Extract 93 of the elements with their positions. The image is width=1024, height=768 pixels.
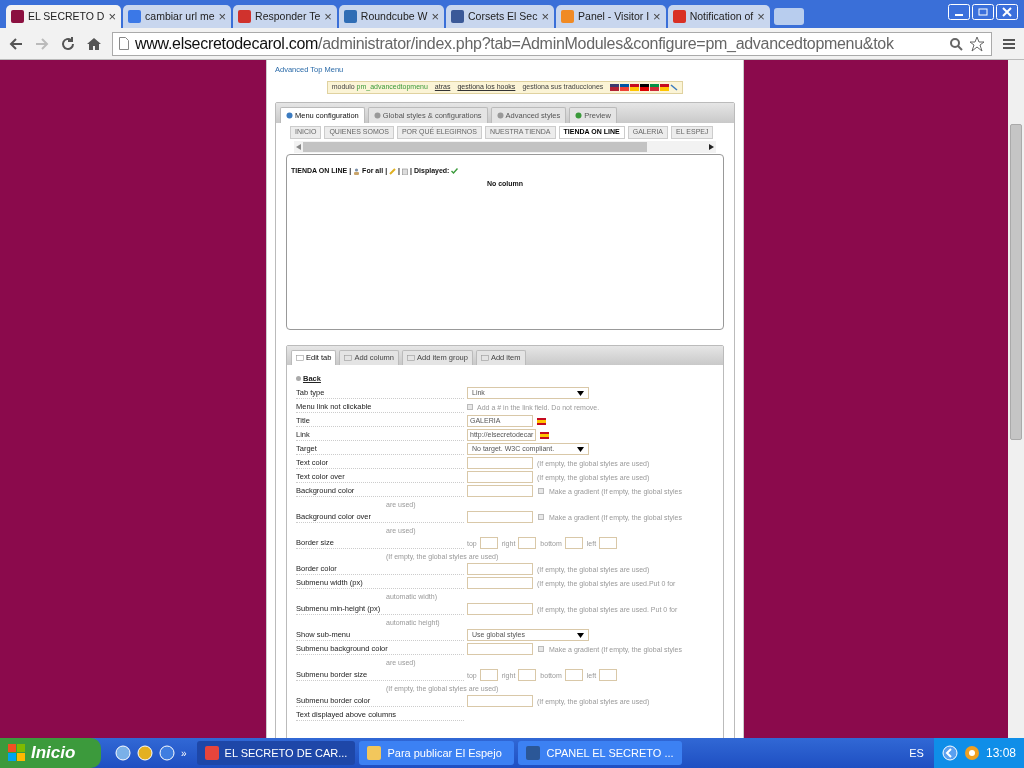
tray-expand-icon[interactable] [941,745,958,761]
close-icon[interactable]: × [324,6,332,27]
tab-title: Notification of [689,8,754,24]
browser-tab[interactable]: Notification of × [667,5,770,28]
language-flags-icon[interactable] [610,84,679,91]
table-icon [296,354,304,361]
home-icon[interactable] [86,35,102,52]
close-icon[interactable]: × [653,6,661,27]
tab-icon [575,111,583,119]
number-field[interactable] [564,669,583,681]
menu-icon[interactable] [1002,36,1016,51]
checkbox[interactable] [538,488,544,494]
browser-tab[interactable]: Responder Te × [233,5,337,28]
back-icon[interactable] [8,35,24,52]
close-icon[interactable]: × [757,6,765,27]
number-field[interactable] [479,537,498,549]
window-icon [204,746,219,760]
close-icon[interactable]: × [108,6,117,27]
address-bar[interactable]: www.elsecretodecarol.com/administrator/index.php?tab=AdminModules&configure=pm_advancedtopmenu&tok [112,31,992,56]
tab-icon [496,111,504,119]
window-icon [367,746,382,760]
text-field[interactable] [467,511,533,523]
tab-title: Corsets El Sec [468,8,538,24]
dropdown-arrow-icon [577,390,584,396]
tab-icon [286,111,293,119]
number-field[interactable] [564,537,583,549]
browser-tab[interactable]: Roundcube W × [338,5,444,28]
browser-tab[interactable]: Corsets El Sec × [446,5,555,28]
table-icon [344,354,353,361]
scroll-thumb[interactable] [1010,124,1022,440]
checkbox[interactable] [467,404,473,410]
new-tab-button[interactable] [773,8,804,25]
tray-app-icon[interactable] [963,745,980,761]
url-text: www.elsecretodecarol.com/administrator/index.php?tab=AdminModules&configure=pm_advancedtopmenu&tok [135,33,895,54]
tab-title: cambiar url me [145,8,215,24]
language-indicator[interactable]: ES [909,744,924,762]
checkbox[interactable] [538,646,544,652]
reload-icon[interactable] [60,35,76,52]
dropdown-arrow-icon [577,446,584,452]
number-field[interactable] [479,669,498,681]
tab-icon [373,111,381,119]
quick-launch-icon[interactable] [137,745,153,761]
zoom-icon[interactable] [949,36,963,51]
windows-logo-icon [8,744,26,762]
taskbar-window[interactable]: Para publicar El Espejo [359,741,515,765]
tab-title: Roundcube W [360,8,428,24]
close-icon[interactable]: × [218,6,227,27]
text-field[interactable] [467,457,533,469]
table-icon [480,354,489,361]
table-icon [407,354,416,361]
scroll-thumb[interactable] [303,141,647,152]
number-field[interactable] [518,537,537,549]
minimize-window-icon[interactable] [948,4,970,20]
horizontal-scrollbar[interactable] [294,140,716,153]
text-field[interactable] [467,603,533,615]
quick-launch-icon[interactable] [159,745,175,761]
taskbar-window[interactable]: CPANEL EL SECRETO ... [518,741,682,765]
close-window-icon[interactable] [996,4,1018,20]
text-field[interactable] [467,577,533,589]
text-field[interactable] [467,471,533,483]
text-field[interactable] [467,485,533,497]
text-field[interactable] [467,563,533,575]
restore-window-icon[interactable] [972,4,994,20]
start-button[interactable]: Inicio [0,738,101,768]
number-field[interactable] [518,669,537,681]
tab-title: EL SECRETO D [28,8,105,24]
tab-title: Panel - Visitor I [578,8,650,24]
pencil-icon[interactable] [389,167,397,175]
scroll-right-icon[interactable] [709,143,714,150]
forward-icon[interactable] [34,35,50,52]
number-field[interactable] [599,537,618,549]
vertical-scrollbar[interactable] [1008,60,1024,738]
close-icon[interactable]: × [541,6,550,27]
checkbox[interactable] [538,514,544,520]
text-field[interactable] [467,695,533,707]
scroll-left-icon[interactable] [296,143,301,150]
text-field[interactable] [467,643,533,655]
dropdown-arrow-icon [577,632,584,638]
more-icon[interactable]: » [181,745,187,761]
close-icon[interactable]: × [431,6,439,27]
number-field[interactable] [599,669,618,681]
quick-launch-icon[interactable] [115,745,131,761]
people-icon[interactable] [353,167,361,175]
star-icon[interactable] [969,35,985,52]
trash-icon[interactable] [402,167,409,175]
browser-tab[interactable]: EL SECRETO D × [6,5,122,28]
browser-tab[interactable]: cambiar url me × [123,5,232,28]
tab-title: Responder Te [255,8,321,24]
clock: 13:08 [985,745,1016,762]
window-icon [526,746,541,760]
browser-tab[interactable]: Panel - Visitor I × [556,5,666,28]
page-icon [119,37,129,50]
taskbar-window[interactable]: EL SECRETO DE CAR... [196,741,356,765]
